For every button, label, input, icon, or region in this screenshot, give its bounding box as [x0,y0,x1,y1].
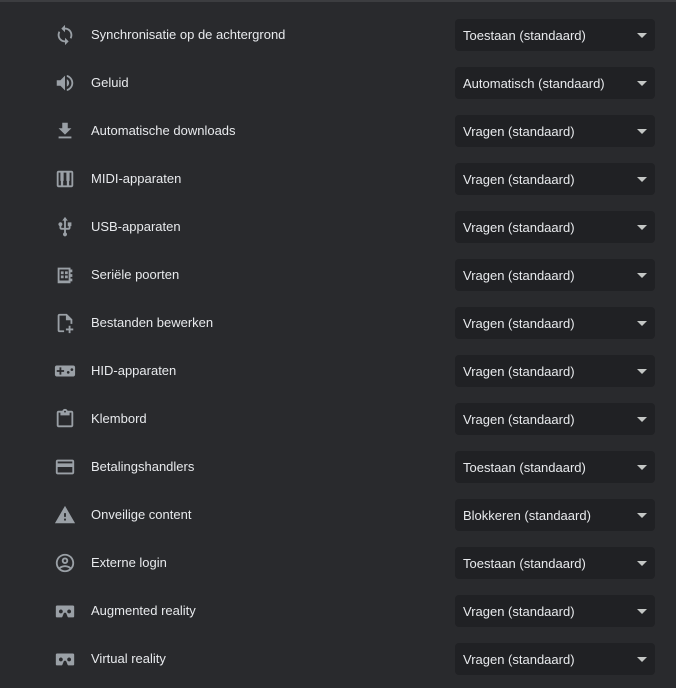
vr-headset-icon [54,600,76,622]
account-circle-icon [54,552,76,574]
setting-row-virtual-reality: Virtual reality Vragen (standaard) [0,634,676,682]
select-value: Vragen (standaard) [463,604,575,619]
select-value: Vragen (standaard) [463,364,575,379]
insecure-content-select[interactable]: Blokkeren (standaard) [455,499,655,531]
serial-ports-select[interactable]: Vragen (standaard) [455,259,655,291]
dropdown-arrow-icon [637,225,647,230]
setting-label: Automatische downloads [91,123,236,138]
setting-row-insecure-content: Onveilige content Blokkeren (standaard) [0,490,676,538]
select-value: Vragen (standaard) [463,412,575,427]
virtual-reality-select[interactable]: Vragen (standaard) [455,643,655,675]
dropdown-arrow-icon [637,129,647,134]
select-value: Vragen (standaard) [463,220,575,235]
select-value: Toestaan (standaard) [463,460,586,475]
dropdown-arrow-icon [637,561,647,566]
setting-label: Externe login [91,555,167,570]
automatic-downloads-select[interactable]: Vragen (standaard) [455,115,655,147]
dropdown-arrow-icon [637,465,647,470]
top-divider [0,0,676,2]
payment-handlers-select[interactable]: Toestaan (standaard) [455,451,655,483]
piano-icon [54,168,76,190]
vr-headset-icon [54,648,76,670]
select-value: Vragen (standaard) [463,172,575,187]
dropdown-arrow-icon [637,609,647,614]
serial-port-icon [54,264,76,286]
setting-label: Betalingshandlers [91,459,195,474]
setting-row-usb-devices: USB-apparaten Vragen (standaard) [0,202,676,250]
sync-icon [54,24,76,46]
setting-row-automatic-downloads: Automatische downloads Vragen (standaard… [0,106,676,154]
usb-devices-select[interactable]: Vragen (standaard) [455,211,655,243]
setting-label: USB-apparaten [91,219,181,234]
download-icon [54,120,76,142]
credit-card-icon [54,456,76,478]
speaker-icon [54,72,76,94]
setting-row-midi-devices: MIDI-apparaten Vragen (standaard) [0,154,676,202]
select-value: Toestaan (standaard) [463,28,586,43]
setting-row-sound: Geluid Automatisch (standaard) [0,58,676,106]
federated-login-select[interactable]: Toestaan (standaard) [455,547,655,579]
setting-label: Seriële poorten [91,267,180,282]
select-value: Vragen (standaard) [463,268,575,283]
warning-icon [54,504,76,526]
select-value: Vragen (standaard) [463,124,575,139]
setting-label: MIDI-apparaten [91,171,182,186]
setting-row-file-editing: Bestanden bewerken Vragen (standaard) [0,298,676,346]
select-value: Toestaan (standaard) [463,556,586,571]
dropdown-arrow-icon [637,657,647,662]
select-value: Automatisch (standaard) [463,76,605,91]
setting-row-augmented-reality: Augmented reality Vragen (standaard) [0,586,676,634]
file-editing-select[interactable]: Vragen (standaard) [455,307,655,339]
dropdown-arrow-icon [637,321,647,326]
sound-select[interactable]: Automatisch (standaard) [455,67,655,99]
setting-row-payment-handlers: Betalingshandlers Toestaan (standaard) [0,442,676,490]
setting-row-serial-ports: Seriële poorten Vragen (standaard) [0,250,676,298]
usb-icon [54,216,76,238]
augmented-reality-select[interactable]: Vragen (standaard) [455,595,655,627]
dropdown-arrow-icon [637,33,647,38]
setting-label: Synchronisatie op de achtergrond [91,27,286,42]
setting-row-hid-devices: HID-apparaten Vragen (standaard) [0,346,676,394]
site-permissions-list: Synchronisatie op de achtergrond Toestaa… [0,10,676,682]
select-value: Vragen (standaard) [463,316,575,331]
setting-label: Bestanden bewerken [91,315,214,330]
setting-label: Geluid [91,75,129,90]
dropdown-arrow-icon [637,177,647,182]
select-value: Vragen (standaard) [463,652,575,667]
setting-label: Augmented reality [91,603,196,618]
dropdown-arrow-icon [637,273,647,278]
dropdown-arrow-icon [637,81,647,86]
dropdown-arrow-icon [637,369,647,374]
file-edit-icon [54,312,76,334]
setting-label: Virtual reality [91,651,166,666]
setting-row-federated-login: Externe login Toestaan (standaard) [0,538,676,586]
background-sync-select[interactable]: Toestaan (standaard) [455,19,655,51]
midi-devices-select[interactable]: Vragen (standaard) [455,163,655,195]
gamepad-icon [54,360,76,382]
hid-devices-select[interactable]: Vragen (standaard) [455,355,655,387]
setting-row-clipboard: Klembord Vragen (standaard) [0,394,676,442]
select-value: Blokkeren (standaard) [463,508,591,523]
clipboard-select[interactable]: Vragen (standaard) [455,403,655,435]
clipboard-icon [54,408,76,430]
setting-label: Klembord [91,411,147,426]
setting-label: HID-apparaten [91,363,177,378]
dropdown-arrow-icon [637,513,647,518]
setting-row-background-sync: Synchronisatie op de achtergrond Toestaa… [0,10,676,58]
dropdown-arrow-icon [637,417,647,422]
setting-label: Onveilige content [91,507,192,522]
